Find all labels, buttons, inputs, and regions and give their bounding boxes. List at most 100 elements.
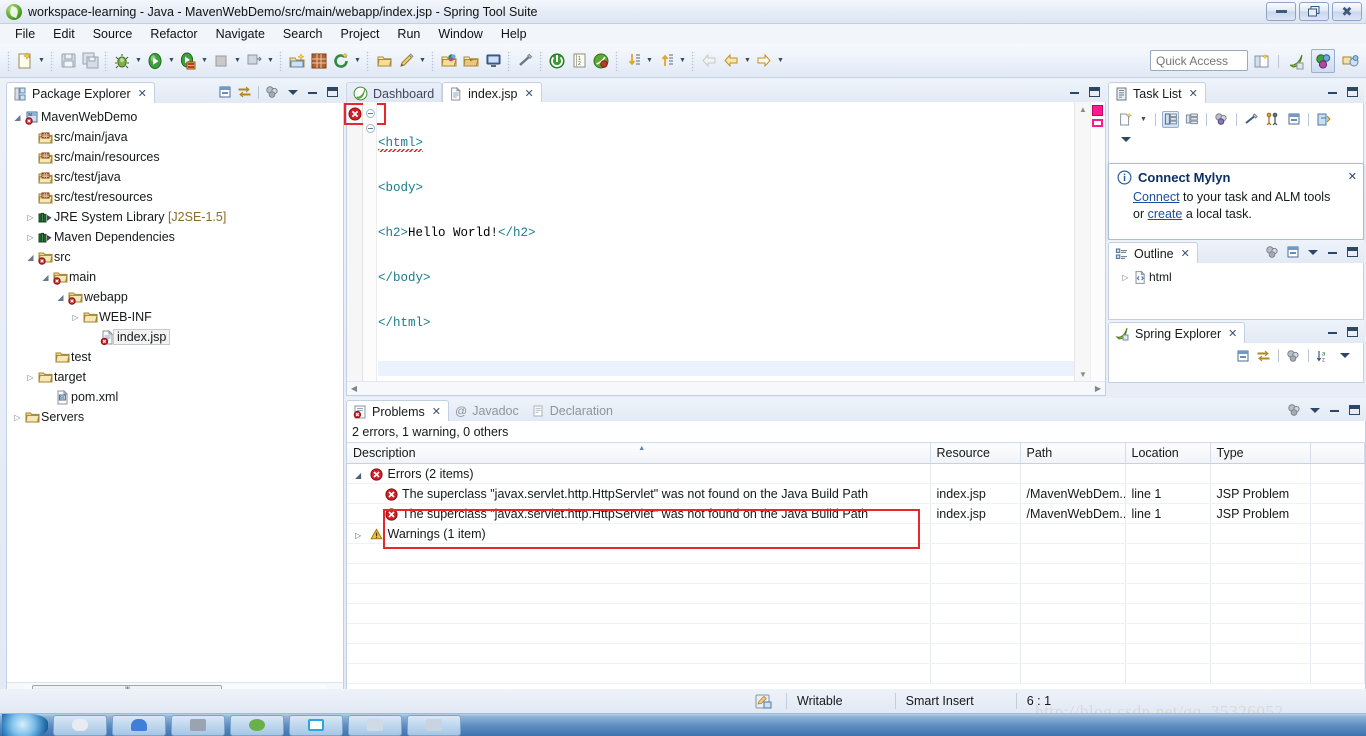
- focus-on-workweek-icon[interactable]: [1243, 111, 1260, 128]
- expand-twisty-icon[interactable]: ◢: [24, 253, 37, 262]
- tab-package-explorer[interactable]: Package Explorer ✕: [6, 82, 155, 104]
- menu-edit[interactable]: Edit: [44, 25, 84, 43]
- editor-folding-column[interactable]: [363, 102, 377, 381]
- open-resource-icon[interactable]: [438, 50, 460, 72]
- taskbar-item-7[interactable]: [407, 714, 461, 736]
- previous-annotation-icon[interactable]: [655, 50, 677, 72]
- debug-icon[interactable]: [111, 50, 133, 72]
- categorized-presentation-icon[interactable]: [1162, 110, 1179, 128]
- collapse-all-icon[interactable]: [1234, 347, 1251, 364]
- tab-declaration[interactable]: Declaration: [526, 400, 620, 422]
- open-type-icon[interactable]: [373, 50, 395, 72]
- taskbar-item-2[interactable]: [112, 714, 166, 736]
- new-java-package-icon[interactable]: [286, 50, 308, 72]
- tab-task-list[interactable]: Task List ✕: [1108, 82, 1206, 104]
- expand-twisty-icon[interactable]: ◢: [355, 471, 367, 480]
- run-on-server-icon[interactable]: [177, 50, 199, 72]
- collapse-twisty-icon[interactable]: ▷: [355, 531, 367, 540]
- scroll-down-icon[interactable]: ▼: [1075, 367, 1091, 381]
- table-row[interactable]: The superclass "javax.servlet.http.HttpS…: [347, 503, 1365, 524]
- view-menu-icon[interactable]: [1304, 244, 1321, 261]
- new-task-dropdown-icon[interactable]: ▼: [1138, 108, 1149, 130]
- collapse-twisty-icon[interactable]: ▷: [24, 233, 37, 242]
- expand-twisty-icon[interactable]: ◢: [39, 273, 52, 282]
- synchronize-changed-icon[interactable]: [1315, 111, 1332, 128]
- new-java-class-icon[interactable]: [308, 50, 330, 72]
- view-menu-icon[interactable]: [1336, 347, 1353, 364]
- quick-access-input[interactable]: [1150, 50, 1248, 71]
- menu-project[interactable]: Project: [332, 25, 389, 43]
- tree-item-src-test-java[interactable]: src/test/java: [7, 167, 343, 187]
- taskbar-item-3[interactable]: [171, 714, 225, 736]
- table-row[interactable]: The superclass "javax.servlet.http.HttpS…: [347, 483, 1365, 504]
- taskbar-item-4[interactable]: [230, 714, 284, 736]
- show-task-hierarchy-icon[interactable]: [1264, 111, 1281, 128]
- tab-dashboard[interactable]: Dashboard: [346, 82, 443, 104]
- spring-bean-icon[interactable]: [590, 50, 612, 72]
- run-icon[interactable]: [144, 50, 166, 72]
- tab-problems[interactable]: Problems ✕: [346, 400, 450, 422]
- next-annotation-dropdown-icon[interactable]: ▼: [644, 50, 655, 72]
- close-icon[interactable]: ✕: [525, 87, 534, 100]
- sort-az-icon[interactable]: az: [1315, 347, 1332, 364]
- fold-collapse-icon[interactable]: [366, 109, 375, 118]
- save-all-icon[interactable]: [79, 50, 101, 72]
- tree-item-maven-dependencies[interactable]: ▷ Maven Dependencies: [7, 227, 343, 247]
- refresh-dropdown-icon[interactable]: ▼: [352, 50, 363, 72]
- scroll-right-icon[interactable]: ▶: [1091, 384, 1105, 393]
- tree-item-web-inf[interactable]: ▷ WEB-INF: [7, 307, 343, 327]
- tree-item-src-main-resources[interactable]: src/main/resources: [7, 147, 343, 167]
- tab-outline[interactable]: Outline ✕: [1108, 242, 1198, 264]
- view-menu-icon[interactable]: [1117, 131, 1134, 148]
- tree-item-main[interactable]: ◢ main: [7, 267, 343, 287]
- editor-gutter[interactable]: [344, 102, 386, 381]
- toggle-mark-occurrences-icon[interactable]: [514, 50, 536, 72]
- back-dropdown-icon[interactable]: ▼: [742, 50, 753, 72]
- changed-overview-marker[interactable]: [1092, 119, 1103, 127]
- forward-dropdown-icon[interactable]: ▼: [775, 50, 786, 72]
- column-header-path[interactable]: Path: [1020, 442, 1126, 464]
- minimize-icon[interactable]: [304, 84, 321, 101]
- taskbar-item-1[interactable]: [53, 714, 107, 736]
- maximize-icon[interactable]: [1344, 84, 1361, 101]
- scroll-up-icon[interactable]: ▲: [1075, 102, 1091, 116]
- tree-item-servers[interactable]: ▷ Servers: [7, 407, 343, 427]
- new-wizard-icon[interactable]: [14, 50, 36, 72]
- tree-item-mavenwebdemo[interactable]: ◢ M MavenWebDemo: [7, 107, 343, 127]
- create-link[interactable]: create: [1148, 207, 1183, 221]
- new-task-icon[interactable]: [1117, 111, 1134, 128]
- maximize-icon[interactable]: [1344, 244, 1361, 261]
- problems-group-errors[interactable]: ◢ Errors (2 items): [347, 463, 931, 484]
- tree-item-src-test-resources[interactable]: src/test/resources: [7, 187, 343, 207]
- maximize-icon[interactable]: [1346, 402, 1363, 419]
- open-perspective-icon[interactable]: [1249, 49, 1273, 73]
- problem-error-2[interactable]: The superclass "javax.servlet.http.HttpS…: [347, 503, 931, 524]
- collapse-all-icon[interactable]: [1284, 244, 1301, 261]
- tree-item-src-main-java[interactable]: src/main/java: [7, 127, 343, 147]
- scroll-left-icon[interactable]: ◀: [347, 384, 361, 393]
- bookmark-icon[interactable]: 12: [568, 50, 590, 72]
- menu-file[interactable]: File: [6, 25, 44, 43]
- open-task-icon[interactable]: [460, 50, 482, 72]
- collapse-twisty-icon[interactable]: ▷: [1119, 273, 1132, 282]
- close-button[interactable]: ✖: [1332, 2, 1362, 21]
- collapse-all-icon[interactable]: [216, 84, 233, 101]
- view-filter-icon[interactable]: [1264, 244, 1281, 261]
- start-button[interactable]: [2, 713, 48, 736]
- spring-perspective-icon[interactable]: [1284, 49, 1308, 73]
- filter-icon[interactable]: [1285, 347, 1302, 364]
- taskbar-item-6[interactable]: [348, 714, 402, 736]
- problems-group-warnings[interactable]: ▷ Warnings (1 item): [347, 523, 931, 544]
- back-icon[interactable]: [720, 50, 742, 72]
- tree-item-test[interactable]: test: [7, 347, 343, 367]
- connect-link[interactable]: Connect: [1133, 190, 1180, 204]
- maximize-icon[interactable]: [1344, 324, 1361, 341]
- editor-overview-ruler[interactable]: [1090, 102, 1105, 381]
- editor-hscrollbar[interactable]: ◀ ▶: [347, 381, 1105, 395]
- stop-dropdown-icon[interactable]: ▼: [232, 50, 243, 72]
- menu-refactor[interactable]: Refactor: [141, 25, 206, 43]
- problems-table[interactable]: Description Resource Path Location Type …: [347, 442, 1365, 684]
- menu-run[interactable]: Run: [388, 25, 429, 43]
- menu-navigate[interactable]: Navigate: [207, 25, 274, 43]
- java-perspective-icon[interactable]: [1311, 49, 1335, 73]
